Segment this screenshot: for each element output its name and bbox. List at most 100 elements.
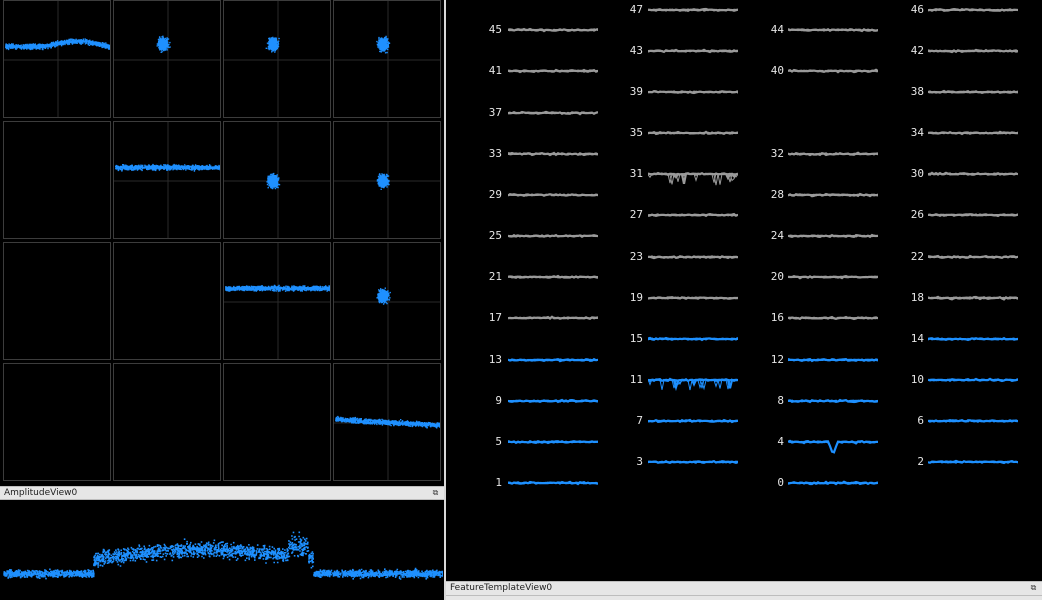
channel-waveform[interactable] [648, 289, 738, 321]
channel-label: 43 [629, 43, 643, 57]
channel-label: 11 [629, 373, 643, 387]
channel-waveform[interactable] [648, 1, 738, 33]
amplitude-view-titlebar[interactable]: AmplitudeView0 ⧉ [0, 486, 444, 500]
channel-waveform[interactable] [788, 309, 878, 341]
channel-waveform[interactable] [788, 186, 878, 218]
channel-label: 42 [910, 43, 924, 57]
feature-cell-1-3[interactable] [333, 121, 441, 239]
channel-waveform[interactable] [648, 165, 738, 197]
channel-waveform[interactable] [788, 268, 878, 300]
channel-waveform[interactable] [928, 83, 1018, 115]
feature-cell-1-1[interactable] [113, 121, 221, 239]
channel-label: 31 [629, 167, 643, 181]
channel-label: 45 [488, 23, 502, 37]
channel-waveform[interactable] [508, 186, 598, 218]
channel-label: 26 [910, 208, 924, 222]
channel-label: 41 [488, 64, 502, 78]
feature-cell-2-0[interactable] [3, 242, 111, 360]
feature-scatter-grid [3, 0, 443, 483]
channel-label: 46 [910, 2, 924, 16]
channel-waveform[interactable] [928, 453, 1018, 485]
feature-cell-2-3[interactable] [333, 242, 441, 360]
channel-waveform[interactable] [788, 351, 878, 383]
float-window-icon[interactable]: ⧉ [431, 488, 440, 497]
channel-label: 3 [636, 455, 643, 469]
feature-cell-2-1[interactable] [113, 242, 221, 360]
channel-waveform[interactable] [928, 289, 1018, 321]
channel-waveform[interactable] [508, 268, 598, 300]
channel-label: 30 [910, 167, 924, 181]
channel-waveform[interactable] [648, 83, 738, 115]
feature-cell-1-0[interactable] [3, 121, 111, 239]
channel-waveform[interactable] [508, 433, 598, 465]
channel-waveform[interactable] [928, 330, 1018, 362]
channel-waveform[interactable] [928, 248, 1018, 280]
feature-cell-0-2[interactable] [223, 0, 331, 118]
channel-waveform[interactable] [648, 124, 738, 156]
channel-waveform[interactable] [928, 124, 1018, 156]
channel-waveform[interactable] [508, 474, 598, 506]
channel-waveform[interactable] [788, 21, 878, 53]
channel-waveform[interactable] [648, 330, 738, 362]
channel-waveform[interactable] [648, 248, 738, 280]
channel-waveform[interactable] [508, 309, 598, 341]
channel-waveform[interactable] [648, 412, 738, 444]
channel-waveform[interactable] [788, 392, 878, 424]
channel-label: 47 [629, 2, 643, 16]
channel-label: 0 [777, 476, 784, 489]
channel-label: 38 [910, 84, 924, 98]
channel-waveform[interactable] [788, 474, 878, 506]
channel-waveform[interactable] [508, 21, 598, 53]
channel-waveform[interactable] [788, 227, 878, 259]
amplitude-band [115, 163, 220, 172]
feature-cell-1-2[interactable] [223, 121, 331, 239]
feature-template-view-title: FeatureTemplateView0 [450, 583, 553, 593]
channel-waveform[interactable] [508, 351, 598, 383]
channel-waveform[interactable] [648, 42, 738, 74]
feature-cell-3-1[interactable] [113, 363, 221, 481]
channel-waveform[interactable] [648, 371, 738, 403]
feature-cell-0-3[interactable] [333, 0, 441, 118]
channel-waveform[interactable] [508, 392, 598, 424]
feature-cell-3-2[interactable] [223, 363, 331, 481]
channel-waveform[interactable] [788, 433, 878, 465]
channel-label: 25 [488, 229, 502, 243]
float-window-icon[interactable]: ⧉ [1029, 583, 1038, 592]
channel-waveform[interactable] [928, 412, 1018, 444]
feature-cell-2-2[interactable] [223, 242, 331, 360]
channel-label: 37 [488, 105, 502, 119]
channel-waveform[interactable] [928, 165, 1018, 197]
channel-waveform[interactable] [788, 62, 878, 94]
channel-waveform[interactable] [648, 453, 738, 485]
channel-waveform[interactable] [508, 145, 598, 177]
feature-template-view-titlebar[interactable]: FeatureTemplateView0 ⧉ [446, 581, 1042, 596]
channel-waveform[interactable] [928, 371, 1018, 403]
feature-cluster [156, 35, 171, 53]
channel-waveform[interactable] [508, 227, 598, 259]
channel-label: 19 [629, 290, 643, 304]
channel-label: 22 [910, 249, 924, 263]
channel-waveform[interactable] [508, 104, 598, 136]
feature-cell-3-0[interactable] [3, 363, 111, 481]
channel-label: 12 [770, 352, 784, 366]
amplitude-view-plot[interactable] [3, 501, 443, 600]
amplitude-scatter [3, 531, 443, 580]
channel-label: 10 [910, 373, 924, 387]
channel-waveform[interactable] [788, 145, 878, 177]
feature-template-view[interactable]: 47 46 45 44 43 42 41 40 39 38 37 35 34 33 32 31 30 29 28 27… [446, 0, 1042, 580]
channel-waveform[interactable] [508, 62, 598, 94]
channel-waveform[interactable] [928, 206, 1018, 238]
feature-cell-3-3[interactable] [333, 363, 441, 481]
channel-label: 27 [629, 208, 643, 222]
feature-cell-0-0[interactable] [3, 0, 111, 118]
feature-cell-0-1[interactable] [113, 0, 221, 118]
channel-label: 7 [636, 414, 643, 428]
channel-waveform[interactable] [928, 42, 1018, 74]
amplitude-band [225, 284, 330, 292]
channel-waveform[interactable] [928, 1, 1018, 33]
channel-label: 1 [495, 476, 502, 489]
channel-label: 35 [629, 126, 643, 140]
channel-label: 21 [488, 270, 502, 284]
channel-label: 16 [770, 311, 784, 325]
channel-waveform[interactable] [648, 206, 738, 238]
